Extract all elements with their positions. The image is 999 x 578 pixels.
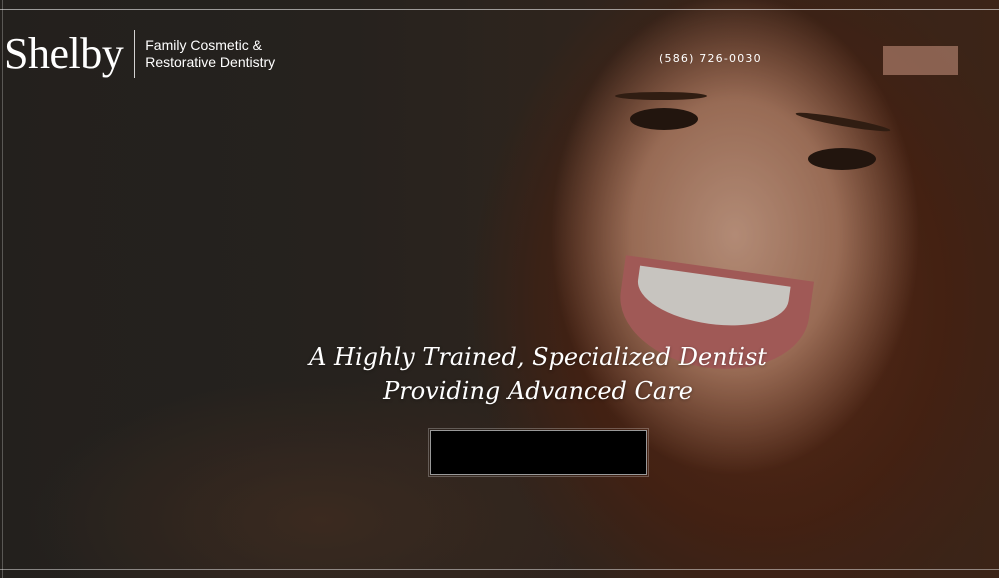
- frame-line-bottom: [0, 569, 999, 570]
- page: Shelby Family Cosmetic & Restorative Den…: [0, 0, 999, 578]
- frame-line-top: [0, 9, 999, 10]
- logo-tagline: Family Cosmetic & Restorative Dentistry: [145, 37, 276, 70]
- site-logo-link[interactable]: Shelby Family Cosmetic & Restorative Den…: [4, 30, 275, 78]
- hero-headline-line-1: A Highly Trained, Specialized Dentist: [309, 343, 767, 371]
- phone-number-link[interactable]: (586) 726-0030: [659, 52, 762, 65]
- logo-divider: [134, 30, 136, 78]
- hero-overlay: [0, 0, 999, 578]
- hero-headline-line-2: Providing Advanced Care: [383, 377, 693, 405]
- hero-headline: A Highly Trained, Specialized Dentist Pr…: [288, 340, 788, 408]
- hero-cta-button[interactable]: [428, 428, 649, 477]
- logo-wordmark: Shelby: [4, 29, 124, 78]
- header-action-button[interactable]: [883, 46, 958, 75]
- frame-line-left: [2, 0, 3, 578]
